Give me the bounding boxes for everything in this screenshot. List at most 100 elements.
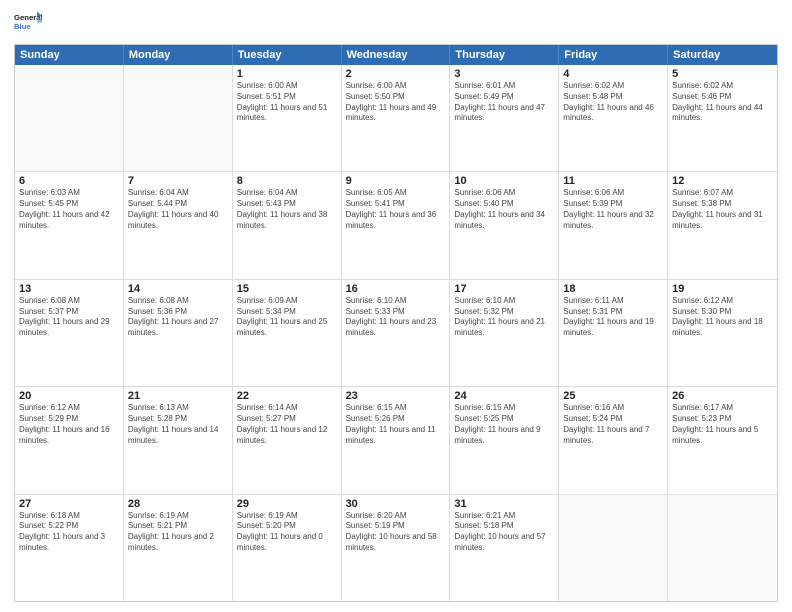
- day-cell: 8Sunrise: 6:04 AM Sunset: 5:43 PM Daylig…: [233, 172, 342, 278]
- day-header-tuesday: Tuesday: [233, 45, 342, 65]
- day-cell: 1Sunrise: 6:00 AM Sunset: 5:51 PM Daylig…: [233, 65, 342, 171]
- day-cell: 21Sunrise: 6:13 AM Sunset: 5:28 PM Dayli…: [124, 387, 233, 493]
- day-number: 15: [237, 283, 337, 295]
- logo-icon: General Blue: [14, 10, 42, 38]
- day-cell: 26Sunrise: 6:17 AM Sunset: 5:23 PM Dayli…: [668, 387, 777, 493]
- day-header-thursday: Thursday: [450, 45, 559, 65]
- day-cell: 5Sunrise: 6:02 AM Sunset: 5:46 PM Daylig…: [668, 65, 777, 171]
- day-cell: [15, 65, 124, 171]
- day-number: 10: [454, 175, 554, 187]
- day-number: 8: [237, 175, 337, 187]
- day-info: Sunrise: 6:07 AM Sunset: 5:38 PM Dayligh…: [672, 188, 773, 231]
- day-header-wednesday: Wednesday: [342, 45, 451, 65]
- day-cell: 19Sunrise: 6:12 AM Sunset: 5:30 PM Dayli…: [668, 280, 777, 386]
- day-info: Sunrise: 6:20 AM Sunset: 5:19 PM Dayligh…: [346, 511, 446, 554]
- day-info: Sunrise: 6:17 AM Sunset: 5:23 PM Dayligh…: [672, 403, 773, 446]
- day-cell: [124, 65, 233, 171]
- day-headers: SundayMondayTuesdayWednesdayThursdayFrid…: [15, 45, 777, 65]
- day-info: Sunrise: 6:12 AM Sunset: 5:30 PM Dayligh…: [672, 296, 773, 339]
- day-info: Sunrise: 6:18 AM Sunset: 5:22 PM Dayligh…: [19, 511, 119, 554]
- day-info: Sunrise: 6:01 AM Sunset: 5:49 PM Dayligh…: [454, 81, 554, 124]
- day-header-sunday: Sunday: [15, 45, 124, 65]
- day-header-monday: Monday: [124, 45, 233, 65]
- week-row-5: 27Sunrise: 6:18 AM Sunset: 5:22 PM Dayli…: [15, 495, 777, 601]
- day-cell: 13Sunrise: 6:08 AM Sunset: 5:37 PM Dayli…: [15, 280, 124, 386]
- day-cell: 20Sunrise: 6:12 AM Sunset: 5:29 PM Dayli…: [15, 387, 124, 493]
- day-cell: 17Sunrise: 6:10 AM Sunset: 5:32 PM Dayli…: [450, 280, 559, 386]
- day-cell: 27Sunrise: 6:18 AM Sunset: 5:22 PM Dayli…: [15, 495, 124, 601]
- day-info: Sunrise: 6:00 AM Sunset: 5:51 PM Dayligh…: [237, 81, 337, 124]
- week-row-4: 20Sunrise: 6:12 AM Sunset: 5:29 PM Dayli…: [15, 387, 777, 494]
- day-number: 14: [128, 283, 228, 295]
- day-info: Sunrise: 6:04 AM Sunset: 5:43 PM Dayligh…: [237, 188, 337, 231]
- day-cell: 23Sunrise: 6:15 AM Sunset: 5:26 PM Dayli…: [342, 387, 451, 493]
- day-info: Sunrise: 6:19 AM Sunset: 5:20 PM Dayligh…: [237, 511, 337, 554]
- day-number: 22: [237, 390, 337, 402]
- day-cell: 2Sunrise: 6:00 AM Sunset: 5:50 PM Daylig…: [342, 65, 451, 171]
- day-number: 19: [672, 283, 773, 295]
- day-info: Sunrise: 6:04 AM Sunset: 5:44 PM Dayligh…: [128, 188, 228, 231]
- day-number: 11: [563, 175, 663, 187]
- day-cell: [668, 495, 777, 601]
- day-number: 12: [672, 175, 773, 187]
- day-info: Sunrise: 6:12 AM Sunset: 5:29 PM Dayligh…: [19, 403, 119, 446]
- day-number: 30: [346, 498, 446, 510]
- day-info: Sunrise: 6:16 AM Sunset: 5:24 PM Dayligh…: [563, 403, 663, 446]
- day-info: Sunrise: 6:02 AM Sunset: 5:46 PM Dayligh…: [672, 81, 773, 124]
- day-info: Sunrise: 6:10 AM Sunset: 5:33 PM Dayligh…: [346, 296, 446, 339]
- day-info: Sunrise: 6:08 AM Sunset: 5:37 PM Dayligh…: [19, 296, 119, 339]
- week-row-3: 13Sunrise: 6:08 AM Sunset: 5:37 PM Dayli…: [15, 280, 777, 387]
- day-number: 26: [672, 390, 773, 402]
- day-number: 18: [563, 283, 663, 295]
- calendar: SundayMondayTuesdayWednesdayThursdayFrid…: [14, 44, 778, 602]
- day-cell: 16Sunrise: 6:10 AM Sunset: 5:33 PM Dayli…: [342, 280, 451, 386]
- day-cell: 14Sunrise: 6:08 AM Sunset: 5:36 PM Dayli…: [124, 280, 233, 386]
- day-number: 16: [346, 283, 446, 295]
- day-info: Sunrise: 6:21 AM Sunset: 5:18 PM Dayligh…: [454, 511, 554, 554]
- day-cell: 24Sunrise: 6:15 AM Sunset: 5:25 PM Dayli…: [450, 387, 559, 493]
- day-cell: 9Sunrise: 6:05 AM Sunset: 5:41 PM Daylig…: [342, 172, 451, 278]
- day-info: Sunrise: 6:11 AM Sunset: 5:31 PM Dayligh…: [563, 296, 663, 339]
- day-info: Sunrise: 6:15 AM Sunset: 5:25 PM Dayligh…: [454, 403, 554, 446]
- day-header-saturday: Saturday: [668, 45, 777, 65]
- day-number: 29: [237, 498, 337, 510]
- day-number: 9: [346, 175, 446, 187]
- day-cell: 12Sunrise: 6:07 AM Sunset: 5:38 PM Dayli…: [668, 172, 777, 278]
- weeks: 1Sunrise: 6:00 AM Sunset: 5:51 PM Daylig…: [15, 65, 777, 601]
- day-cell: 11Sunrise: 6:06 AM Sunset: 5:39 PM Dayli…: [559, 172, 668, 278]
- day-cell: 7Sunrise: 6:04 AM Sunset: 5:44 PM Daylig…: [124, 172, 233, 278]
- day-number: 24: [454, 390, 554, 402]
- day-info: Sunrise: 6:14 AM Sunset: 5:27 PM Dayligh…: [237, 403, 337, 446]
- svg-text:Blue: Blue: [14, 22, 31, 31]
- day-cell: [559, 495, 668, 601]
- day-number: 3: [454, 68, 554, 80]
- day-info: Sunrise: 6:05 AM Sunset: 5:41 PM Dayligh…: [346, 188, 446, 231]
- day-info: Sunrise: 6:10 AM Sunset: 5:32 PM Dayligh…: [454, 296, 554, 339]
- day-info: Sunrise: 6:06 AM Sunset: 5:39 PM Dayligh…: [563, 188, 663, 231]
- day-cell: 28Sunrise: 6:19 AM Sunset: 5:21 PM Dayli…: [124, 495, 233, 601]
- day-cell: 29Sunrise: 6:19 AM Sunset: 5:20 PM Dayli…: [233, 495, 342, 601]
- day-info: Sunrise: 6:06 AM Sunset: 5:40 PM Dayligh…: [454, 188, 554, 231]
- day-info: Sunrise: 6:02 AM Sunset: 5:48 PM Dayligh…: [563, 81, 663, 124]
- day-cell: 25Sunrise: 6:16 AM Sunset: 5:24 PM Dayli…: [559, 387, 668, 493]
- day-number: 25: [563, 390, 663, 402]
- day-info: Sunrise: 6:08 AM Sunset: 5:36 PM Dayligh…: [128, 296, 228, 339]
- day-number: 5: [672, 68, 773, 80]
- day-number: 27: [19, 498, 119, 510]
- day-cell: 6Sunrise: 6:03 AM Sunset: 5:45 PM Daylig…: [15, 172, 124, 278]
- day-info: Sunrise: 6:13 AM Sunset: 5:28 PM Dayligh…: [128, 403, 228, 446]
- day-number: 21: [128, 390, 228, 402]
- day-info: Sunrise: 6:15 AM Sunset: 5:26 PM Dayligh…: [346, 403, 446, 446]
- header: General Blue: [14, 10, 778, 38]
- day-cell: 3Sunrise: 6:01 AM Sunset: 5:49 PM Daylig…: [450, 65, 559, 171]
- day-cell: 30Sunrise: 6:20 AM Sunset: 5:19 PM Dayli…: [342, 495, 451, 601]
- week-row-2: 6Sunrise: 6:03 AM Sunset: 5:45 PM Daylig…: [15, 172, 777, 279]
- day-number: 6: [19, 175, 119, 187]
- day-info: Sunrise: 6:00 AM Sunset: 5:50 PM Dayligh…: [346, 81, 446, 124]
- day-cell: 31Sunrise: 6:21 AM Sunset: 5:18 PM Dayli…: [450, 495, 559, 601]
- day-cell: 15Sunrise: 6:09 AM Sunset: 5:34 PM Dayli…: [233, 280, 342, 386]
- day-header-friday: Friday: [559, 45, 668, 65]
- day-number: 7: [128, 175, 228, 187]
- day-cell: 4Sunrise: 6:02 AM Sunset: 5:48 PM Daylig…: [559, 65, 668, 171]
- week-row-1: 1Sunrise: 6:00 AM Sunset: 5:51 PM Daylig…: [15, 65, 777, 172]
